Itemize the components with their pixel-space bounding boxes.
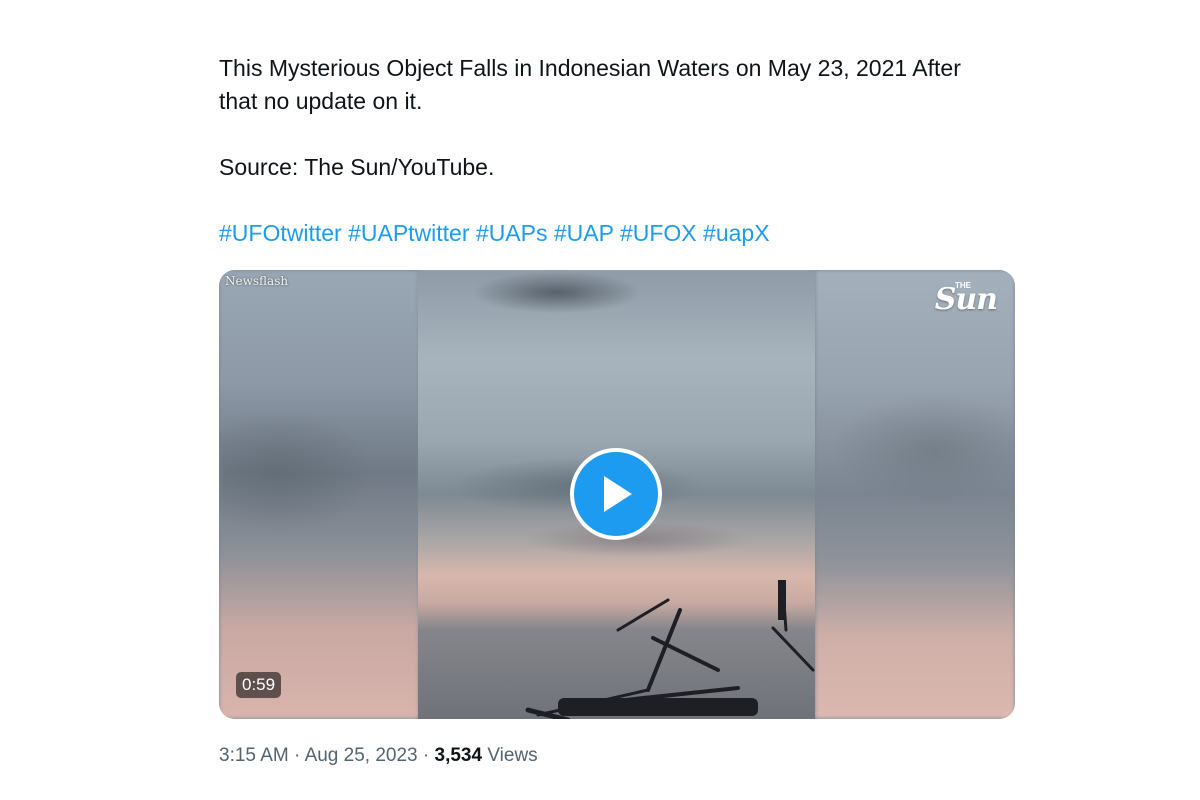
newsflash-watermark: Newsflash xyxy=(225,274,289,288)
tweet-time-link[interactable]: 3:15 AM xyxy=(219,745,289,766)
tweet-source-line: Source: The Sun/YouTube. xyxy=(219,154,495,180)
tweet-meta: 3:15 AM · Aug 25, 2023 · 3,534 Views xyxy=(219,743,538,769)
tweet-body-line-2: that no update on it. xyxy=(219,88,423,114)
hashtag-link[interactable]: #uapX xyxy=(703,220,770,246)
views-label: Views xyxy=(487,745,538,766)
video-duration: 0:59 xyxy=(236,672,282,698)
views-count: 3,534 xyxy=(434,745,483,766)
boat-rigging xyxy=(616,598,670,632)
hashtag-link[interactable]: #UFOX xyxy=(620,220,697,246)
meta-separator: · xyxy=(294,745,301,766)
tweet-date-link[interactable]: Aug 25, 2023 xyxy=(305,745,418,766)
hashtag-list: #UFOtwitter #UAPtwitter #UAPs #UAP #UFOX… xyxy=(219,217,1019,250)
video-player[interactable]: Newsflash THE Sun 0:59 xyxy=(219,270,1015,719)
hashtag-link[interactable]: #UAPtwitter xyxy=(348,220,469,246)
video-blur-backdrop-left xyxy=(219,270,419,719)
hashtag-link[interactable]: #UAP xyxy=(554,220,614,246)
meta-separator: · xyxy=(422,745,430,766)
tweet-text: This Mysterious Object Falls in Indonesi… xyxy=(219,52,1019,250)
tweet-body-line-1: This Mysterious Object Falls in Indonesi… xyxy=(219,55,961,81)
boat-silhouette xyxy=(525,580,815,719)
video-blur-backdrop-right xyxy=(815,270,1015,719)
play-button[interactable] xyxy=(570,448,662,540)
boat-rigging xyxy=(771,626,815,672)
boat-pole xyxy=(778,580,786,620)
hashtag-link[interactable]: #UAPs xyxy=(476,220,548,246)
hashtag-link[interactable]: #UFOtwitter xyxy=(219,220,342,246)
sun-logo: Sun xyxy=(934,282,998,317)
boat-body xyxy=(558,698,758,716)
play-icon xyxy=(604,476,632,512)
